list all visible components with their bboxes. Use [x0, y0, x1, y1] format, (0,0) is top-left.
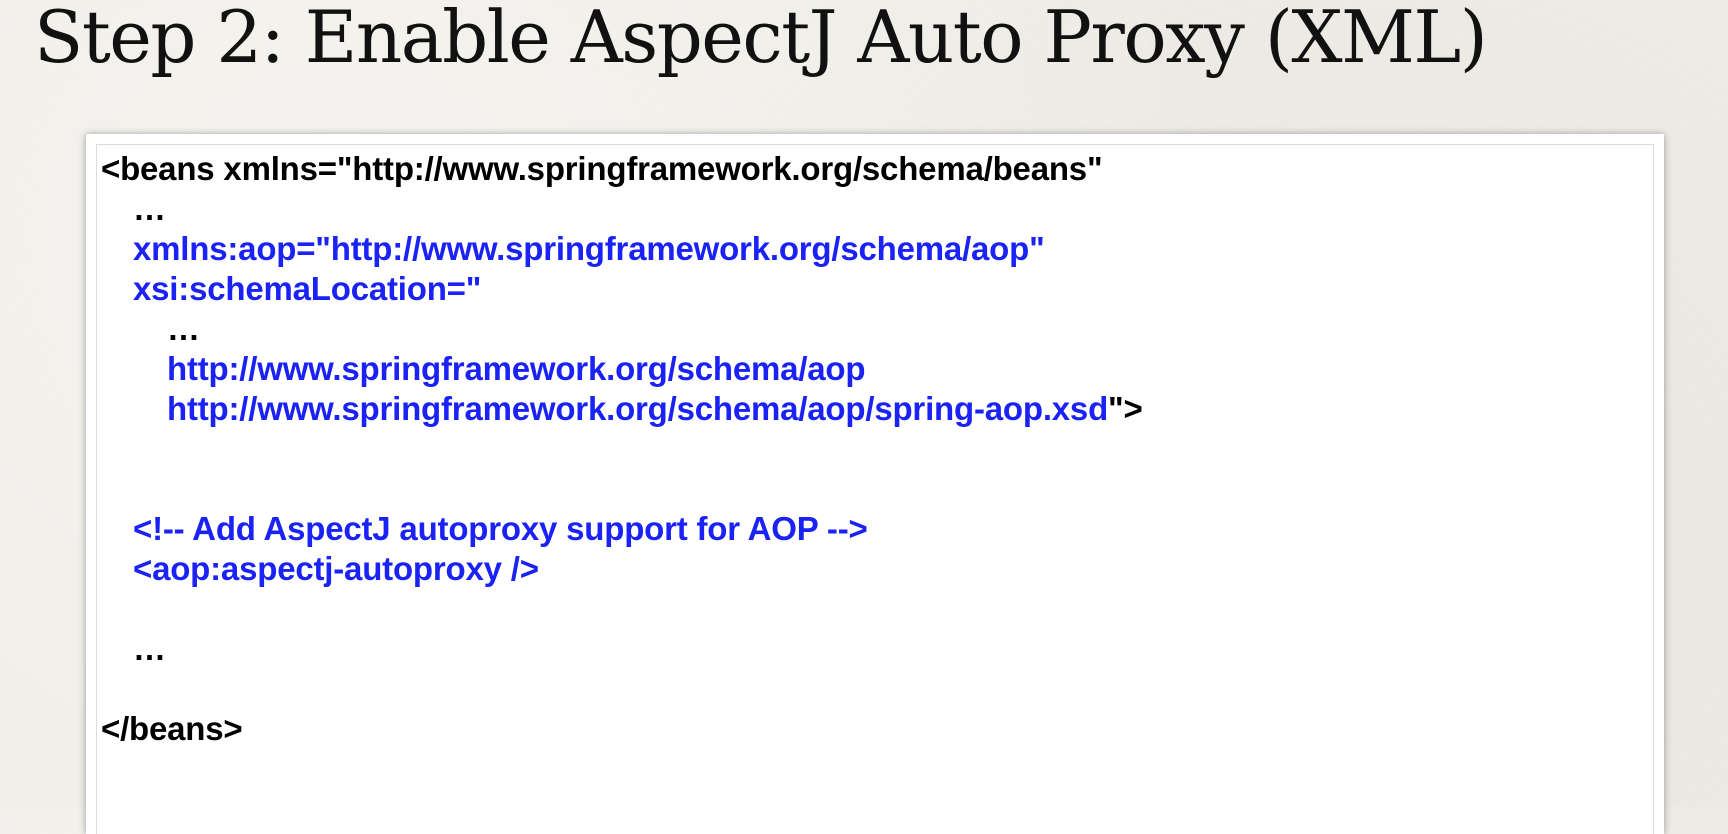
aop-xsd-url: http://www.springframework.org/schema/ao…	[167, 390, 1109, 427]
aop-schema-url: http://www.springframework.org/schema/ao…	[167, 350, 866, 387]
code-block-frame: <beans xmlns="http://www.springframework…	[96, 144, 1654, 834]
aspectj-autoproxy-tag: <aop:aspectj-autoproxy />	[133, 550, 539, 587]
schema-location-attribute: xsi:schemaLocation="	[133, 270, 482, 307]
beans-open-tag: <beans xmlns="http://www.springframework…	[101, 150, 1103, 187]
xmlns-aop-attribute: xmlns:aop="http://www.springframework.or…	[133, 230, 1045, 267]
ellipsis-line: …	[133, 630, 166, 667]
tag-close: ">	[1108, 390, 1143, 427]
ellipsis-line: …	[167, 310, 200, 347]
beans-close-tag: </beans>	[101, 710, 243, 747]
ellipsis-line: …	[133, 190, 166, 227]
slide-title: Step 2: Enable AspectJ Auto Proxy (XML)	[34, 0, 1488, 79]
code-block: <beans xmlns="http://www.springframework…	[86, 134, 1664, 834]
autoproxy-comment: <!-- Add AspectJ autoproxy support for A…	[133, 510, 868, 547]
aop-xsd-line: http://www.springframework.org/schema/ao…	[167, 389, 1143, 429]
